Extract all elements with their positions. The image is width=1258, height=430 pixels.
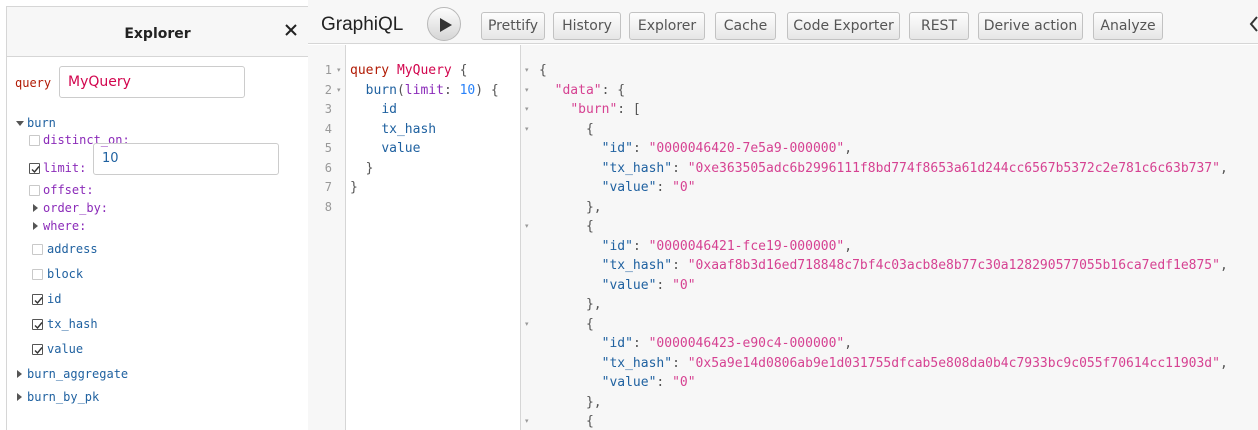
- line-number: 2: [324, 82, 332, 97]
- query-keyword: query: [350, 63, 390, 78]
- rest-button[interactable]: REST: [909, 12, 969, 40]
- close-icon[interactable]: [282, 21, 300, 39]
- root-field-burn-aggregate[interactable]: burn_aggregate: [27, 365, 128, 383]
- explorer-frame: Explorer query MyQuery burn distinct_on:…: [6, 6, 308, 430]
- line-number: 7: [324, 180, 332, 194]
- query-arg-value: 10: [459, 82, 476, 98]
- triangle-icon[interactable]: [17, 370, 22, 378]
- result-viewer: { "data": { "burn": [ { "id": "000004642…: [535, 45, 1258, 430]
- result-list-key: "burn": [570, 102, 618, 117]
- result-id: "0000046420-7e5a9-000000": [648, 141, 845, 156]
- checkbox-icon[interactable]: [29, 185, 40, 196]
- root-field-burn-by-pk[interactable]: burn_by_pk: [27, 388, 99, 406]
- limit-input[interactable]: 10: [93, 143, 279, 175]
- json-key: "tx_hash": [601, 258, 673, 273]
- fold-marker-icon[interactable]: ▾: [337, 61, 341, 81]
- checkbox-icon[interactable]: [32, 319, 43, 330]
- fold-marker-icon[interactable]: ▾: [525, 100, 529, 120]
- fold-marker-icon[interactable]: ▾: [525, 61, 529, 81]
- result-json: { "data": { "burn": [ { "id": "000004642…: [539, 63, 1228, 429]
- json-key: "value": [601, 277, 657, 293]
- field-tx-hash[interactable]: tx_hash: [47, 315, 98, 333]
- checkbox-icon[interactable]: [29, 163, 40, 174]
- line-number: 4: [324, 121, 332, 136]
- json-key: "id": [601, 336, 633, 351]
- result-tx-hash: "0xe363505adc6b2996111f8bd774f8653a61d24…: [687, 160, 1220, 176]
- explorer-panel: Explorer query MyQuery burn distinct_on:…: [0, 0, 308, 430]
- query-selection: id: [381, 102, 397, 117]
- result-value: "0": [672, 375, 696, 390]
- checkbox-icon[interactable]: [29, 135, 40, 146]
- query-selection: tx_hash: [381, 121, 437, 137]
- line-number: 3: [324, 102, 332, 116]
- fold-marker-icon[interactable]: ▾: [337, 81, 341, 101]
- arg-offset[interactable]: offset:: [43, 181, 94, 199]
- json-key: "id": [601, 238, 633, 254]
- app-title: GraphiQL: [321, 14, 404, 35]
- json-key: "id": [601, 141, 633, 156]
- explorer-body: query MyQuery burn distinct_on: limit: 1…: [7, 58, 308, 430]
- graphiql-main: GraphiQL Prettify History Explorer Cache…: [308, 0, 1258, 430]
- history-button[interactable]: History: [553, 12, 621, 40]
- line-number: 1: [324, 63, 332, 77]
- arg-order-by[interactable]: order_by:: [43, 199, 108, 217]
- checkbox-icon[interactable]: [32, 344, 43, 355]
- result-tx-hash: "0xaaf8b3d16ed718848c7bf4c03acb8e8b77c30…: [687, 258, 1220, 273]
- result-value: "0": [672, 277, 696, 293]
- derive-action-button[interactable]: Derive action: [978, 12, 1083, 40]
- explorer-title: Explorer: [124, 26, 191, 42]
- line-number: 5: [324, 141, 332, 155]
- root-field-burn[interactable]: burn: [27, 114, 56, 132]
- query-code[interactable]: query MyQuery { burn(limit: 10) { id tx_…: [350, 61, 499, 198]
- arg-where[interactable]: where:: [43, 217, 86, 235]
- triangle-icon[interactable]: [17, 393, 22, 401]
- query-op-name: MyQuery: [396, 63, 452, 78]
- line-number: 8: [324, 199, 332, 214]
- field-value[interactable]: value: [47, 340, 83, 358]
- query-selection: value: [381, 141, 421, 156]
- json-key: "tx_hash": [601, 355, 673, 371]
- field-address[interactable]: address: [47, 240, 98, 258]
- fold-marker-icon[interactable]: ▾: [525, 217, 529, 237]
- result-data-key: "data": [554, 82, 602, 98]
- execute-button[interactable]: [427, 7, 461, 41]
- explorer-header: Explorer: [7, 7, 308, 57]
- prettify-button[interactable]: Prettify: [481, 12, 545, 40]
- explorer-button[interactable]: Explorer: [629, 12, 705, 40]
- query-field: burn: [365, 82, 397, 98]
- result-value: "0": [672, 180, 696, 195]
- checkbox-icon[interactable]: [32, 244, 43, 255]
- fold-marker-icon[interactable]: ▾: [525, 120, 529, 140]
- line-number: 6: [324, 160, 332, 175]
- json-key: "value": [601, 180, 657, 195]
- fold-marker-icon[interactable]: ▾: [525, 315, 529, 335]
- triangle-icon[interactable]: [33, 222, 38, 230]
- json-key: "value": [601, 375, 657, 390]
- code-exporter-button[interactable]: Code Exporter: [787, 12, 900, 40]
- fold-marker-icon[interactable]: ▾: [525, 412, 529, 430]
- checkbox-icon[interactable]: [32, 269, 43, 280]
- field-id[interactable]: id: [47, 290, 61, 308]
- triangle-icon[interactable]: [33, 204, 38, 212]
- result-id: "0000046423-e90c4-000000": [648, 336, 845, 351]
- toolbar: GraphiQL Prettify History Explorer Cache…: [308, 0, 1258, 44]
- query-line-gutter: 1 2 3 4 5 6 7 8 ▾ ▾: [308, 45, 346, 430]
- play-icon: [440, 18, 452, 32]
- fold-marker-icon[interactable]: ▾: [525, 81, 529, 101]
- analyze-button[interactable]: Analyze: [1093, 12, 1163, 40]
- result-tx-hash: "0x5a9e14d0806ab9e1d031755dfcab5e808da0b…: [687, 355, 1220, 371]
- json-key: "tx_hash": [601, 160, 673, 176]
- operation-name-input[interactable]: MyQuery: [59, 66, 245, 98]
- query-arg-name: limit: [404, 82, 444, 98]
- triangle-icon[interactable]: [16, 121, 24, 126]
- result-id: "0000046421-fce19-000000": [648, 238, 845, 254]
- operation-keyword: query: [15, 76, 52, 90]
- checkbox-icon[interactable]: [32, 294, 43, 305]
- chevron-left-icon[interactable]: [1248, 14, 1258, 34]
- cache-button[interactable]: Cache: [715, 12, 776, 40]
- result-fold-gutter: ▾ ▾ ▾ ▾ ▾ ▾ ▾: [521, 45, 535, 430]
- arg-limit[interactable]: limit:: [43, 159, 86, 177]
- field-block[interactable]: block: [47, 265, 83, 283]
- query-editor[interactable]: query MyQuery { burn(limit: 10) { id tx_…: [346, 45, 520, 430]
